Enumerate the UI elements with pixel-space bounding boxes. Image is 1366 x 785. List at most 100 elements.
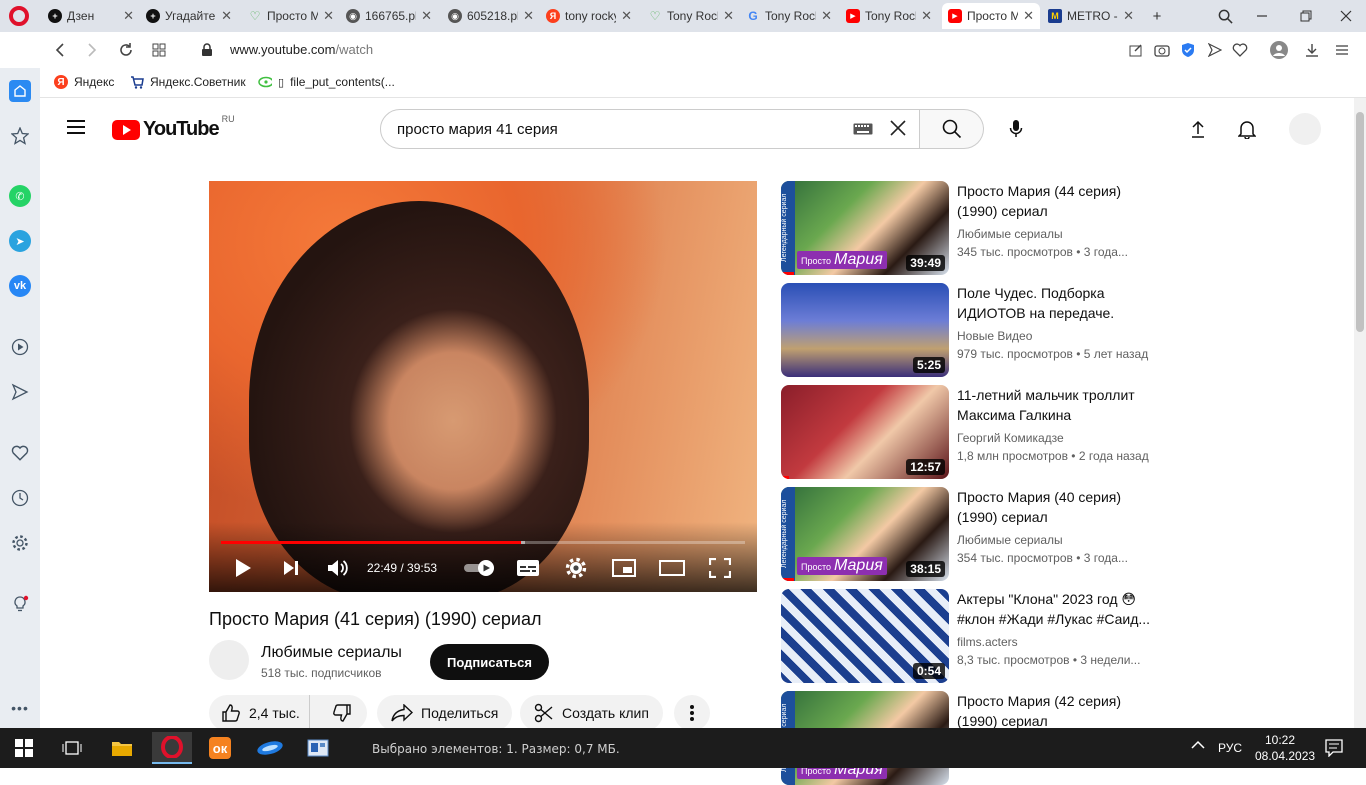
odnoklassniki-icon[interactable]: ок <box>200 732 240 764</box>
share-button[interactable]: Поделиться <box>377 695 513 731</box>
speed-dial-icon[interactable] <box>149 40 169 60</box>
close-tab-icon[interactable]: ✕ <box>821 8 832 24</box>
autoplay-toggle[interactable] <box>463 555 497 581</box>
url-field[interactable]: www.youtube.com/watch <box>230 42 373 57</box>
recommendation-title[interactable]: Просто Мария (42 серия) (1990) сериал <box>957 691 1157 731</box>
video-player[interactable]: 22:49 / 39:53 <box>209 181 757 592</box>
close-tab-icon[interactable]: ✕ <box>123 8 134 24</box>
next-button[interactable] <box>278 555 304 581</box>
clear-search-icon[interactable] <box>889 119 907 143</box>
browser-tab[interactable]: ♡ Tony Rock ✕ <box>642 3 740 29</box>
bookmark-yandex[interactable]: Я Яндекс <box>54 75 114 89</box>
file-explorer-icon[interactable] <box>102 732 142 764</box>
video-thumbnail[interactable]: Легендарный сериал Просто Мария 39:49 <box>781 181 949 275</box>
secure-lock-icon[interactable] <box>197 40 217 60</box>
send-tabs-icon[interactable] <box>9 381 31 403</box>
scrollbar-thumb[interactable] <box>1356 112 1364 332</box>
search-input[interactable]: просто мария 41 серия <box>380 109 920 149</box>
snapshot-share-icon[interactable] <box>1126 40 1146 60</box>
profile-icon[interactable] <box>1269 40 1289 60</box>
close-tab-icon[interactable]: ✕ <box>723 8 734 24</box>
minimize-window-button[interactable] <box>1252 6 1272 26</box>
recommendation-title[interactable]: Актеры "Клона" 2023 год 😳 #клон #Жади #Л… <box>957 589 1157 629</box>
close-tab-icon[interactable]: ✕ <box>523 8 534 24</box>
browser-tab[interactable]: + Дзен ✕ <box>42 3 140 29</box>
lightbulb-icon[interactable] <box>9 593 31 615</box>
reload-button[interactable] <box>116 40 136 60</box>
close-tab-icon[interactable]: ✕ <box>421 8 432 24</box>
video-thumbnail[interactable]: Легендарный сериал Просто Мария 38:15 <box>781 487 949 581</box>
recommendation-title[interactable]: Поле Чудес. Подборка ИДИОТОВ на передаче… <box>957 283 1157 323</box>
media-player-icon[interactable] <box>250 732 290 764</box>
tray-overflow-chevron-icon[interactable] <box>1191 739 1205 753</box>
video-thumbnail[interactable]: 5:25 <box>781 283 949 377</box>
notification-center-icon[interactable] <box>1325 739 1343 760</box>
star-icon[interactable] <box>9 125 31 147</box>
subtitles-button[interactable] <box>515 555 541 581</box>
close-tab-icon[interactable]: ✕ <box>621 8 632 24</box>
browser-tab[interactable]: ▶ Tony Rock ✕ <box>840 3 938 29</box>
settings-button[interactable] <box>563 555 589 581</box>
dislike-button[interactable] <box>318 695 367 731</box>
opera-menu-icon[interactable] <box>9 6 29 26</box>
browser-tab[interactable]: ◉ 605218.ph ✕ <box>442 3 540 29</box>
subscribe-button[interactable]: Подписаться <box>430 644 549 680</box>
recommendation-title[interactable]: 11-летний мальчик троллит Максима Галкин… <box>957 385 1157 425</box>
close-tab-icon[interactable]: ✕ <box>1123 8 1134 24</box>
recommendation-channel[interactable]: Георгий Комикадзе <box>957 431 1064 445</box>
volume-button[interactable] <box>325 555 351 581</box>
create-clip-button[interactable]: Создать клип <box>520 695 663 731</box>
guide-menu-icon[interactable] <box>67 120 85 134</box>
keyboard-icon[interactable] <box>853 122 873 138</box>
windows-start-icon[interactable] <box>4 732 44 764</box>
close-window-button[interactable] <box>1336 6 1356 26</box>
restore-window-button[interactable] <box>1296 6 1316 26</box>
recommendation-channel[interactable]: Новые Видео <box>957 329 1032 343</box>
search-button[interactable] <box>920 109 984 149</box>
tray-clock[interactable]: 10:22 08.04.2023 <box>1255 732 1315 764</box>
send-icon[interactable] <box>1205 40 1225 60</box>
fullscreen-button[interactable] <box>707 555 733 581</box>
browser-tab[interactable]: M METRO - K ✕ <box>1042 3 1140 29</box>
account-avatar[interactable] <box>1289 113 1321 145</box>
recommendation-item[interactable]: Легендарный сериал Просто Мария 39:49 Просто… <box>781 181 1341 275</box>
downloads-icon[interactable] <box>1302 40 1322 60</box>
more-actions-button[interactable] <box>674 695 710 731</box>
progress-bar[interactable] <box>221 541 745 544</box>
browser-tab[interactable]: Яtony rocky ✕ <box>540 3 638 29</box>
recommendation-item[interactable]: 12:57 11-летний мальчик троллит Максима Г… <box>781 385 1341 479</box>
voice-search-button[interactable] <box>996 109 1036 149</box>
camera-icon[interactable] <box>1152 40 1172 60</box>
recommendation-title[interactable]: Просто Мария (40 серия) (1990) сериал <box>957 487 1157 527</box>
new-tab-button[interactable]: + <box>1147 6 1167 26</box>
recommendation-item[interactable]: 5:25 Поле Чудес. Подборка ИДИОТОВ на пере… <box>781 283 1341 377</box>
close-tab-icon[interactable]: ✕ <box>1023 8 1034 24</box>
browser-tab[interactable]: ▶ Просто М ✕ <box>942 3 1040 29</box>
settings-gear-icon[interactable] <box>9 532 31 554</box>
player-icon[interactable] <box>9 336 31 358</box>
whatsapp-icon[interactable]: ✆ <box>9 185 31 207</box>
browser-tab[interactable]: + Угадайте ✕ <box>140 3 238 29</box>
task-view-icon[interactable] <box>52 732 92 764</box>
opera-taskbar-icon[interactable] <box>152 732 192 764</box>
history-clock-icon[interactable] <box>9 487 31 509</box>
vk-icon[interactable]: vk <box>9 275 31 297</box>
youtube-logo[interactable]: YouTube RU <box>112 114 235 141</box>
channel-name[interactable]: Любимые сериалы <box>261 644 402 662</box>
close-tab-icon[interactable]: ✕ <box>921 8 932 24</box>
sidebar-more-icon[interactable]: ••• <box>9 697 31 719</box>
input-language[interactable]: РУС <box>1218 741 1242 755</box>
tab-search-icon[interactable] <box>1215 6 1235 26</box>
notifications-bell-icon[interactable] <box>1235 117 1259 141</box>
theater-mode-button[interactable] <box>659 555 685 581</box>
recommendation-item[interactable]: Легендарный сериал Просто Мария 38:15 Просто… <box>781 487 1341 581</box>
recommendation-channel[interactable]: Любимые сериалы <box>957 227 1063 241</box>
bookmark-file-put-contents[interactable]: ▯ file_put_contents(... <box>258 75 395 89</box>
recommendation-title[interactable]: Просто Мария (44 серия) (1990) сериал <box>957 181 1157 221</box>
favorite-heart-icon[interactable] <box>1230 40 1250 60</box>
page-scrollbar[interactable] <box>1354 98 1366 728</box>
telegram-icon[interactable]: ➤ <box>9 230 31 252</box>
heart-icon[interactable] <box>9 442 31 464</box>
home-icon[interactable] <box>9 80 31 102</box>
browser-tab[interactable]: G Tony Rock ✕ <box>740 3 838 29</box>
